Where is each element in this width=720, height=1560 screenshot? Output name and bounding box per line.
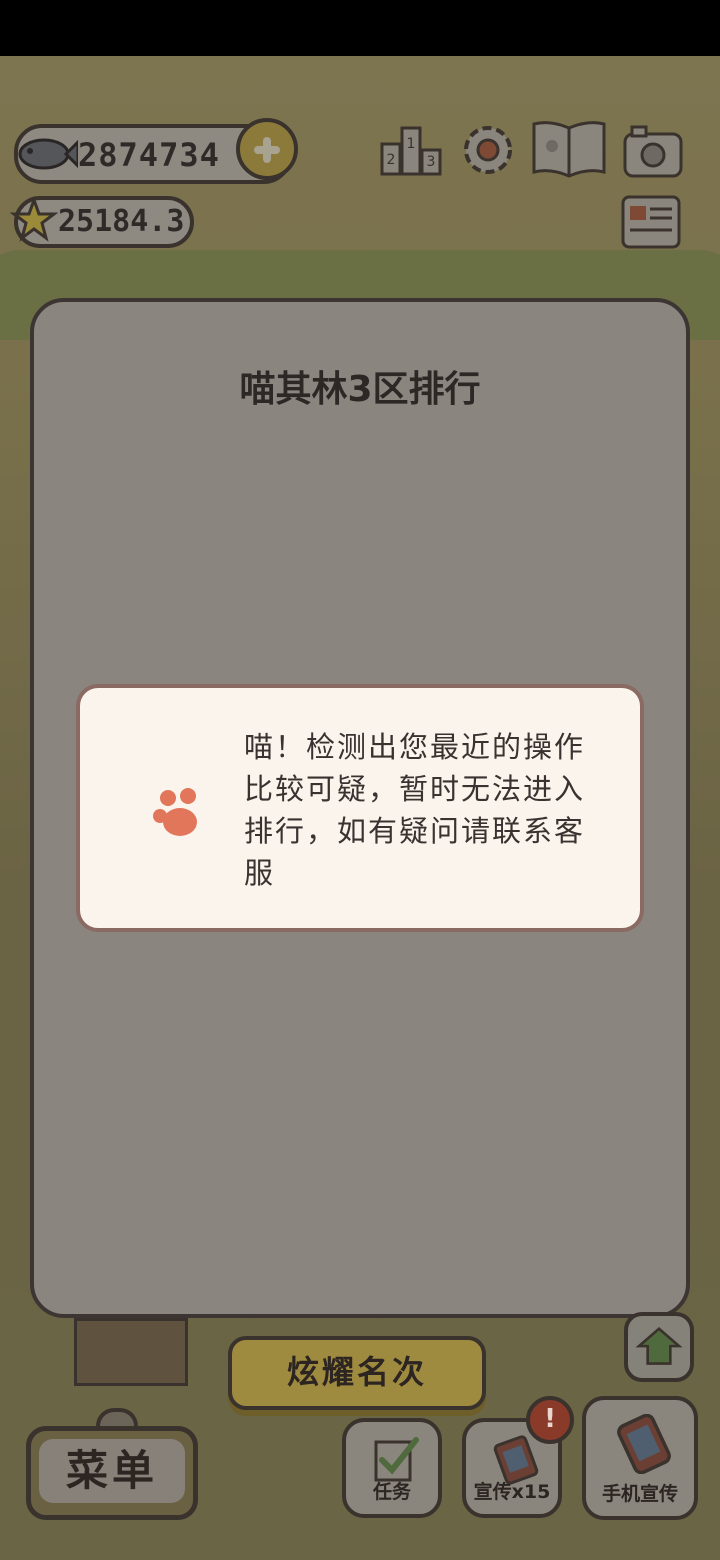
home-icon bbox=[635, 1326, 683, 1365]
camera-icon[interactable] bbox=[622, 122, 684, 180]
task-button[interactable]: 任务 bbox=[342, 1418, 442, 1518]
rank-icon[interactable]: 2 1 3 bbox=[380, 122, 442, 178]
shop-door bbox=[74, 1318, 188, 1386]
fish-icon bbox=[18, 138, 78, 170]
alert-line: 喵！检测出您最近的操作 bbox=[244, 730, 586, 764]
suspicious-activity-alert: 喵！检测出您最近的操作 比较可疑，暂时无法进入 排行，如有疑问请联系客 服 bbox=[76, 684, 644, 932]
menu-button[interactable]: 菜单 bbox=[26, 1426, 198, 1520]
alert-message: 喵！检测出您最近的操作 比较可疑，暂时无法进入 排行，如有疑问请联系客 服 bbox=[244, 726, 624, 894]
gear-icon[interactable] bbox=[458, 120, 518, 180]
add-currency-button[interactable] bbox=[236, 118, 298, 180]
svg-text:3: 3 bbox=[427, 154, 436, 170]
fish-count: 2874734 bbox=[78, 136, 220, 174]
star-icon bbox=[10, 196, 58, 242]
dialog-title: 喵其林3区排行 bbox=[239, 369, 481, 410]
book-icon[interactable] bbox=[530, 118, 608, 180]
phone-promo-button[interactable]: 手机宣传 bbox=[582, 1396, 698, 1520]
svg-text:1: 1 bbox=[407, 136, 416, 152]
star-currency-pill: 25184.3 bbox=[10, 196, 194, 248]
task-label: 任务 bbox=[372, 1481, 411, 1503]
alert-line: 比较可疑，暂时无法进入 bbox=[244, 772, 586, 806]
alert-line: 排行，如有疑问请联系客 bbox=[244, 814, 586, 848]
status-bar bbox=[0, 0, 720, 56]
show-rank-button[interactable]: 炫耀名次 bbox=[228, 1336, 486, 1410]
phone-promo-label: 手机宣传 bbox=[601, 1483, 678, 1505]
home-button[interactable] bbox=[624, 1312, 694, 1382]
alert-line: 服 bbox=[244, 856, 276, 890]
phone-icon bbox=[617, 1414, 671, 1474]
paw-icon bbox=[153, 788, 197, 836]
promo-label: 宣传x15 bbox=[473, 1481, 551, 1503]
star-count: 25184.3 bbox=[58, 204, 185, 239]
news-icon[interactable] bbox=[620, 194, 682, 250]
alert-badge: ! bbox=[526, 1396, 574, 1444]
svg-text:2: 2 bbox=[387, 152, 396, 168]
menu-label: 菜单 bbox=[39, 1439, 185, 1503]
